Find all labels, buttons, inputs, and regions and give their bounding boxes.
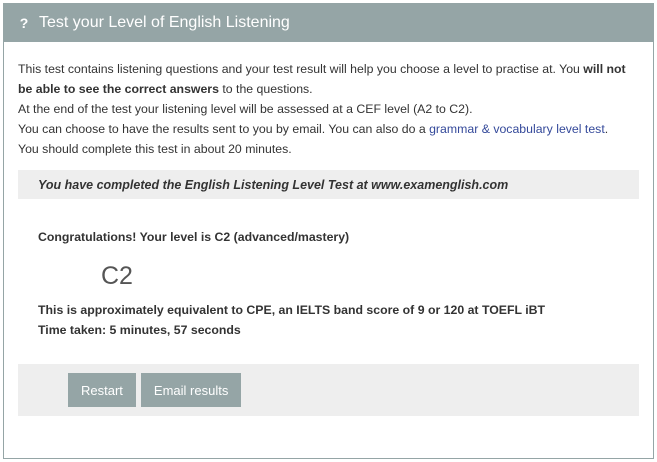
listening-test-panel: ? Test your Level of English Listening T…: [3, 3, 654, 459]
panel-header: ? Test your Level of English Listening: [4, 4, 653, 42]
intro-paragraph-3: You can choose to have the results sent …: [18, 119, 639, 139]
equivalence-text: This is approximately equivalent to CPE,…: [38, 303, 546, 317]
panel-title: Test your Level of English Listening: [39, 14, 290, 31]
intro-text: This test contains listening questions a…: [18, 59, 639, 159]
completed-message: You have completed the English Listening…: [38, 177, 509, 192]
level-result: C2: [101, 262, 133, 290]
completed-message-bar: You have completed the English Listening…: [18, 170, 639, 199]
email-results-button[interactable]: Email results: [140, 373, 242, 407]
intro-p3-start: You can choose to have the results sent …: [18, 122, 430, 136]
panel-body: This test contains listening questions a…: [4, 42, 653, 416]
time-taken-text: Time taken: 5 minutes, 57 seconds: [38, 323, 241, 337]
congratulations-text: Congratulations! Your level is C2 (advan…: [38, 230, 350, 244]
grammar-vocabulary-test-link[interactable]: grammar & vocabulary level test: [429, 122, 605, 136]
intro-p1-end: to the questions.: [218, 82, 313, 96]
restart-button[interactable]: Restart: [68, 373, 136, 407]
intro-paragraph-2: At the end of the test your listening le…: [18, 102, 473, 116]
actions-bar: Restart Email results: [18, 364, 639, 416]
intro-p1-start: This test contains listening questions a…: [18, 62, 584, 76]
question-icon: ?: [19, 15, 29, 31]
intro-p3-end: .: [604, 122, 609, 136]
result-section: Congratulations! Your level is C2 (advan…: [18, 227, 639, 340]
intro-paragraph-1: This test contains listening questions a…: [18, 59, 639, 99]
intro-paragraph-4: You should complete this test in about 2…: [18, 142, 292, 156]
